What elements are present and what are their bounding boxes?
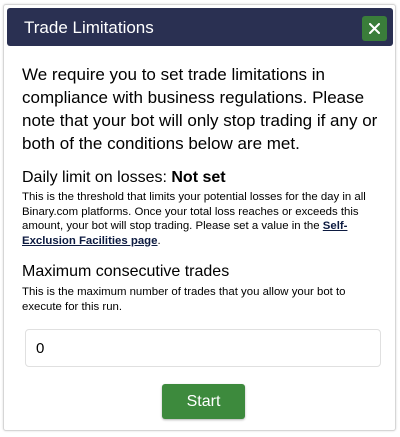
max-trades-heading: Maximum consecutive trades [22,263,230,280]
max-trades-description: This is the maximum number of trades tha… [22,286,346,313]
start-button[interactable]: Start [162,384,245,419]
daily-limit-description-text: This is the threshold that limits your p… [22,191,366,232]
dialog-titlebar: Trade Limitations [7,8,393,46]
daily-limit-description: This is the threshold that limits your p… [22,190,384,248]
close-button[interactable] [362,16,387,41]
daily-limit-value: Not set [171,169,226,186]
max-trades-input[interactable] [25,329,381,367]
daily-limit-description-end: . [157,234,161,247]
daily-limit-heading: Daily limit on losses: Not set [22,168,226,188]
intro-text: We require you to set trade limitations … [22,65,378,153]
dialog-title: Trade Limitations [24,18,154,37]
close-icon [369,23,380,34]
daily-limit-label: Daily limit on losses: [22,169,172,186]
trade-limitations-dialog: Trade Limitations We require you to set … [3,4,396,431]
